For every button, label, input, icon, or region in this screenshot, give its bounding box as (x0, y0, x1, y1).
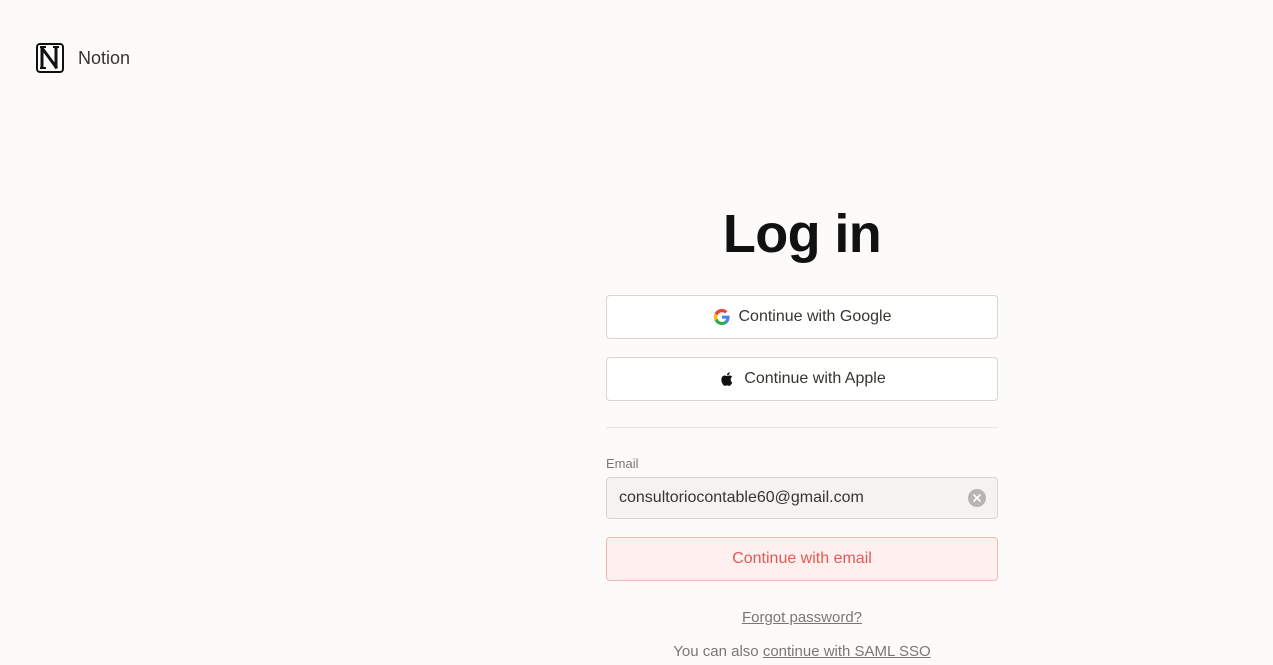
google-icon (713, 309, 730, 325)
brand-header: Notion (32, 40, 130, 76)
notion-logo-icon (36, 43, 64, 73)
saml-sso-link[interactable]: continue with SAML SSO (763, 643, 931, 660)
forgot-password-link[interactable]: Forgot password? (606, 609, 998, 626)
login-panel: Log in Continue with Google Continue wit… (606, 203, 998, 660)
continue-with-google-button[interactable]: Continue with Google (606, 295, 998, 339)
continue-with-email-button[interactable]: Continue with email (606, 537, 998, 581)
login-title: Log in (722, 204, 882, 264)
apple-icon (721, 372, 733, 386)
google-button-label: Continue with Google (738, 308, 892, 325)
continue-with-apple-button[interactable]: Continue with Apple (606, 357, 998, 401)
apple-button-label: Continue with Apple (744, 370, 886, 387)
clear-icon (973, 494, 981, 502)
saml-sso-line: You can also continue with SAML SSO (606, 643, 998, 660)
clear-email-button[interactable] (968, 489, 986, 507)
brand-name: Notion (78, 47, 131, 68)
email-field-wrapper (606, 477, 998, 519)
saml-prefix-text: You can also (673, 643, 763, 660)
email-input[interactable] (606, 477, 998, 519)
divider (606, 427, 998, 428)
email-label: Email (606, 456, 639, 471)
